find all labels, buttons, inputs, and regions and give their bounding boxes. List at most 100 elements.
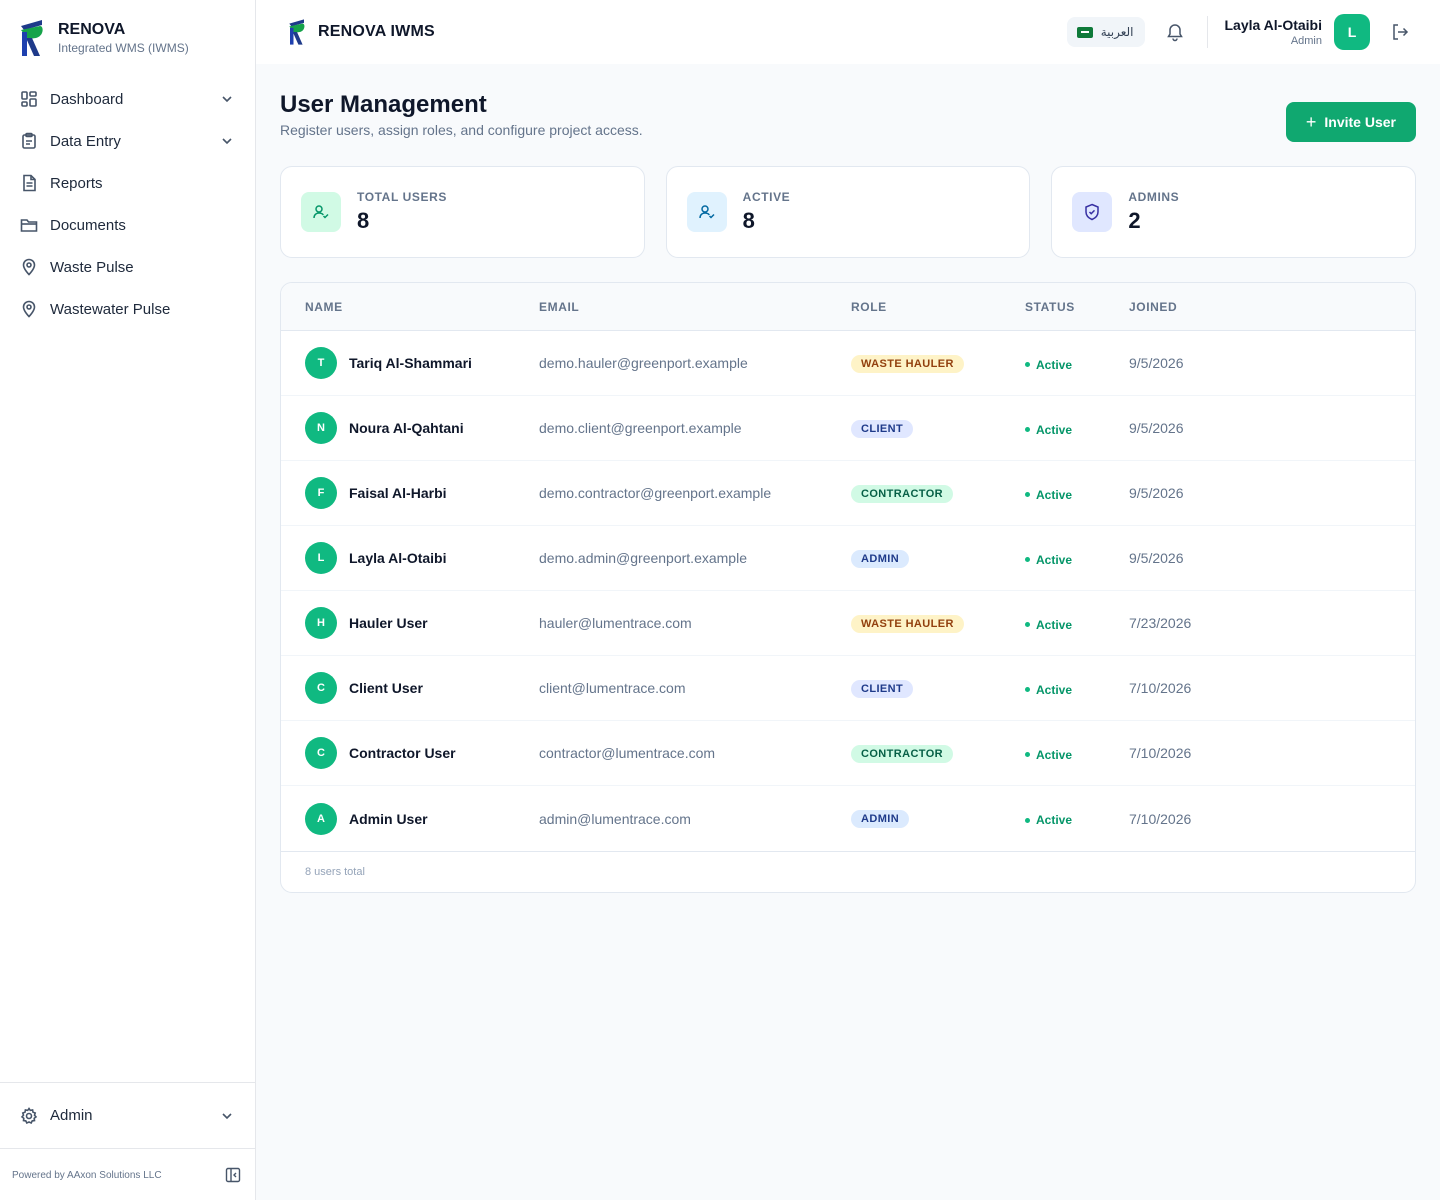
column-header-email[interactable]: EMAIL [539,300,851,314]
bell-icon[interactable] [1165,22,1185,42]
logout-icon[interactable] [1390,22,1410,42]
user-meta: Layla Al-Otaibi Admin [1224,16,1322,48]
avatar: N [305,412,337,444]
chevron-down-icon[interactable] [219,1108,235,1124]
cell-status: Active [1025,744,1129,762]
avatar: F [305,477,337,509]
sidebar-item-waste-pulse[interactable]: Waste Pulse [0,246,255,288]
sidebar-brand-subtitle: Integrated WMS (IWMS) [58,41,189,55]
cell-email: demo.client@greenport.example [539,420,742,436]
status-text: Active [1036,813,1073,828]
status-text: Active [1036,617,1073,632]
user-check-icon [686,192,727,232]
cell-joined: 9/5/2026 [1129,420,1184,436]
saudi-flag-icon [1076,26,1093,38]
table-header: NAME EMAIL ROLE STATUS JOINED [281,283,1415,331]
sidebar-item-dashboard[interactable]: Dashboard [0,78,255,120]
collapse-sidebar-icon[interactable] [225,1167,241,1183]
cell-joined: 7/10/2026 [1129,745,1192,761]
cell-joined: 9/5/2026 [1129,485,1184,501]
cell-status: Active [1025,679,1129,697]
table-row[interactable]: F Faisal Al-Harbi demo.contractor@greenpor… [281,461,1415,526]
sidebar-item-label: Data Entry [50,132,121,150]
header-brand[interactable]: RENOVA IWMS [286,18,435,46]
stat-card-total-users: TOTAL USERS 8 [280,166,645,258]
avatar: A [305,802,337,835]
stat-value: 8 [742,208,755,233]
cell-status: Active [1025,549,1129,567]
status-text: Active [1036,487,1073,502]
sidebar-item-documents[interactable]: Documents [0,204,255,246]
sidebar-brand[interactable]: RENOVA Integrated WMS (IWMS) [0,0,255,78]
cell-status: Active [1025,484,1129,502]
main-content: User Management Register users, assign r… [280,64,1417,893]
shield-icon [1072,192,1113,232]
table-row[interactable]: C Client User client@lumentrace.com CLIENT A… [281,656,1415,721]
cell-status: Active [1025,354,1129,372]
cell-joined: 7/23/2026 [1129,615,1192,631]
status-badge: Active [1025,553,1072,567]
cell-email: demo.hauler@greenport.example [539,355,748,371]
avatar: H [305,607,337,639]
table-row[interactable]: N Noura Al-Qahtani demo.client@greenport.e… [281,396,1415,461]
cell-status: Active [1025,614,1129,632]
table-row[interactable]: H Hauler User hauler@lumentrace.com WASTE H… [281,591,1415,656]
cell-name: F Faisal Al-Harbi [281,477,539,509]
status-dot-icon [1025,492,1030,498]
sidebar-item-label: Admin [50,1107,93,1124]
chevron-down-icon[interactable] [219,91,235,107]
cell-role: CONTRACTOR [851,744,1025,763]
cell-role: CLIENT [851,419,1025,438]
status-text: Active [1036,682,1073,697]
file-text-icon [20,174,38,192]
column-header-status[interactable]: STATUS [1025,300,1129,314]
status-badge: Active [1025,748,1072,762]
table-row[interactable]: A Admin User admin@lumentrace.com ADMIN Acti… [281,786,1415,851]
role-badge: ADMIN [851,810,910,828]
stat-label: ACTIVE [742,190,791,204]
role-badge: ADMIN [851,549,910,568]
renova-logo-icon [21,20,43,56]
stat-value: 2 [1128,208,1141,233]
table-row[interactable]: C Contractor User contractor@lumentrace.co… [281,721,1415,786]
cell-name: H Hauler User [281,607,539,639]
status-badge: Active [1025,358,1072,372]
status-dot-icon [1025,687,1030,693]
column-header-joined[interactable]: JOINED [1129,300,1415,314]
table-row[interactable]: L Layla Al-Otaibi demo.admin@greenport.exa… [281,526,1415,591]
cell-role: CLIENT [851,679,1025,698]
table-row[interactable]: T Tariq Al-Shammari demo.hauler@greenport.… [281,331,1415,396]
user-name: Hauler User [349,615,428,631]
status-badge: Active [1025,618,1072,632]
status-badge: Active [1025,488,1072,502]
cell-role: ADMIN [851,809,1025,828]
sidebar-item-label: Wastewater Pulse [50,300,171,318]
cell-role: WASTE HAULER [851,354,1025,373]
user-name: Layla Al-Otaibi [1224,17,1322,33]
column-header-name[interactable]: NAME [281,300,539,314]
status-text: Active [1036,747,1073,762]
sidebar-item-reports[interactable]: Reports [0,162,255,204]
avatar[interactable]: L [1334,14,1370,50]
sidebar: RENOVA Integrated WMS (IWMS) Dashboard D… [0,0,256,1200]
avatar: C [305,672,337,704]
sidebar-item-label: Waste Pulse [50,258,134,276]
sidebar-brand-name: RENOVA [58,21,126,38]
sidebar-item-wastewater-pulse[interactable]: Wastewater Pulse [0,288,255,330]
role-badge: WASTE HAULER [851,354,964,373]
sidebar-item-data-entry[interactable]: Data Entry [0,120,255,162]
user-name: Layla Al-Otaibi [349,550,447,566]
language-switch-button[interactable]: العربية [1066,17,1146,47]
dashboard-grid-icon [20,90,38,108]
invite-user-button[interactable]: + Invite User [1285,102,1416,142]
role-badge: CLIENT [851,679,914,698]
user-name: Client User [349,680,423,696]
column-header-role[interactable]: ROLE [851,300,1025,314]
avatar: T [305,347,337,379]
role-badge: WASTE HAULER [851,614,964,633]
header-right: العربية Layla Al-Otaibi Admin L [1066,14,1410,50]
user-name: Contractor User [349,745,456,761]
sidebar-item-admin[interactable]: Admin [0,1083,255,1148]
header-divider [1207,16,1209,48]
chevron-down-icon[interactable] [219,133,235,149]
